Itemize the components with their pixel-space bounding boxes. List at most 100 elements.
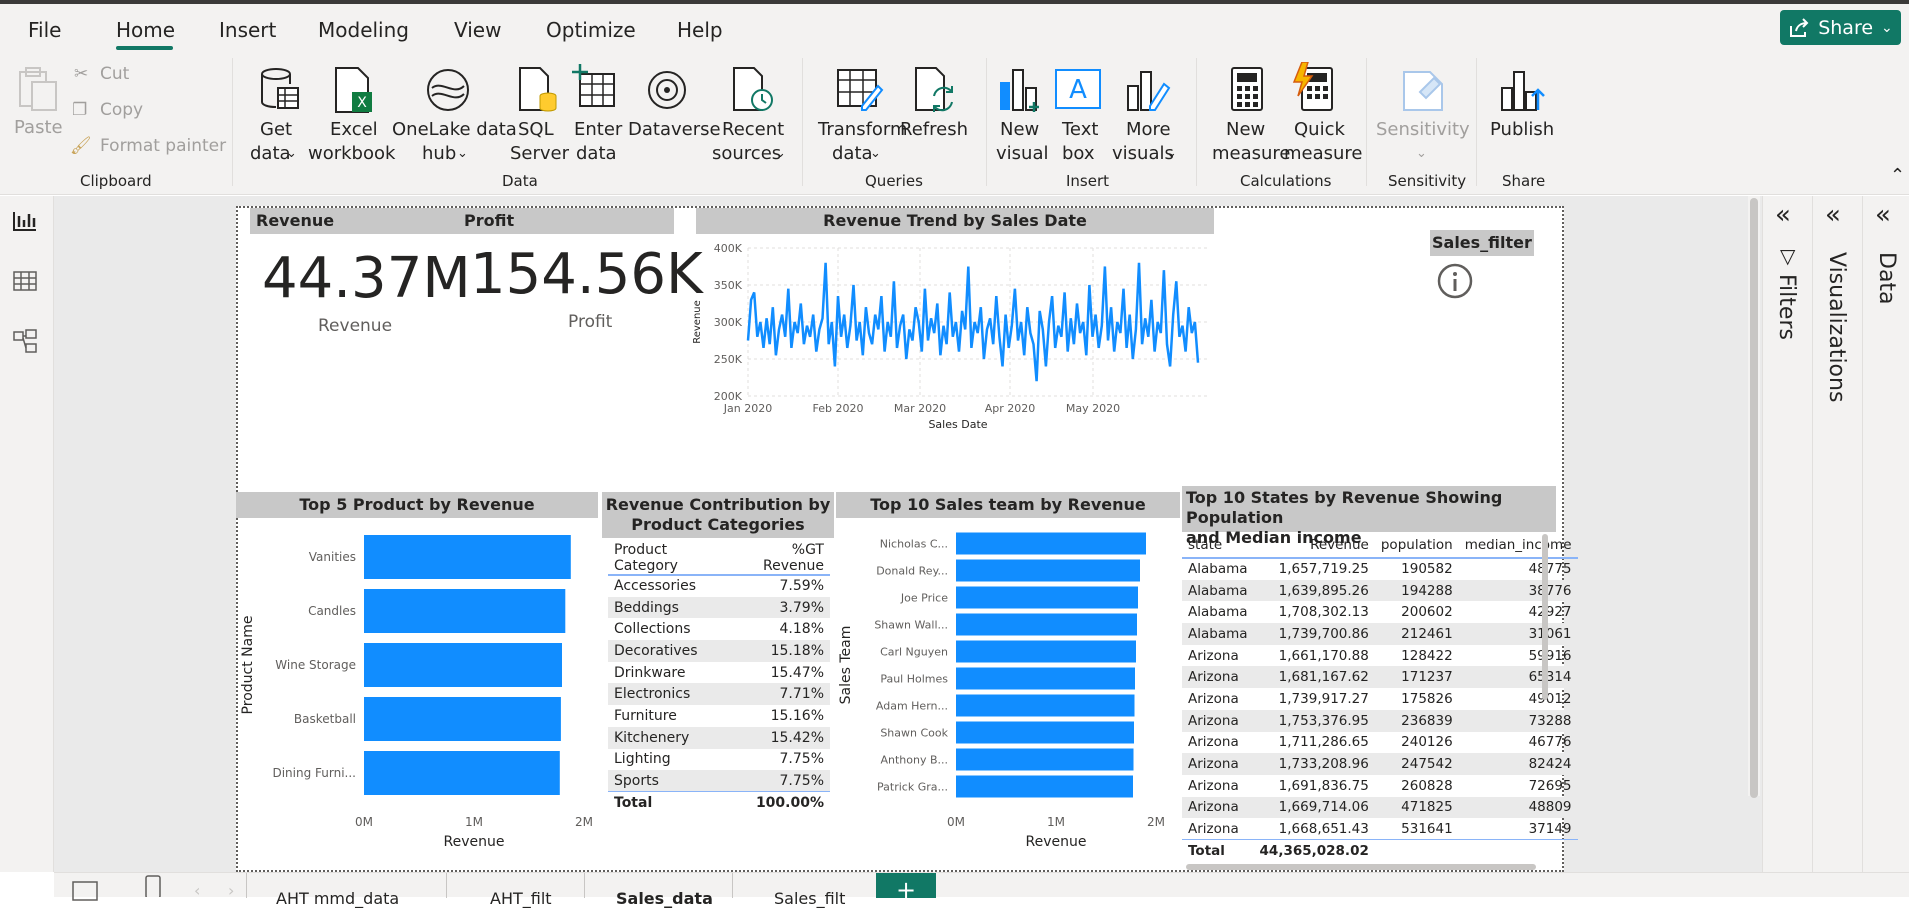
text-box-label-1[interactable]: Text bbox=[1062, 118, 1098, 142]
table-row[interactable]: Arizona 1,669,714.06 471825 48809 bbox=[1182, 796, 1578, 819]
table-row[interactable]: Arizona 1,711,286.65 240126 46776 bbox=[1182, 732, 1578, 754]
quick-measure-label-1[interactable]: Quick bbox=[1294, 118, 1345, 142]
page-tab-2[interactable]: AHT_filt bbox=[490, 889, 552, 908]
sensitivity-button[interactable]: Sensitivity bbox=[1376, 118, 1470, 142]
transform-data-label-2[interactable]: data bbox=[832, 142, 873, 166]
add-page-button[interactable]: + bbox=[876, 873, 936, 904]
visualizations-pane-title: Visualizations bbox=[1824, 252, 1849, 403]
table-row[interactable]: Sports 7.75% bbox=[608, 770, 830, 792]
format-painter-button[interactable]: Format painter bbox=[100, 136, 226, 156]
column-header[interactable]: Product Category bbox=[608, 542, 730, 576]
table-view-icon[interactable] bbox=[12, 270, 38, 292]
visualizations-pane-collapsed[interactable]: « Visualizations bbox=[1812, 196, 1862, 872]
menu-help[interactable]: Help bbox=[677, 18, 723, 42]
menu-view[interactable]: View bbox=[454, 18, 501, 42]
states-table-hscrollbar[interactable] bbox=[1186, 864, 1536, 870]
states-table[interactable]: state Revenue population median_income Alaba… bbox=[1182, 532, 1578, 862]
menu-home[interactable]: Home bbox=[116, 18, 175, 42]
quick-measure-label-2[interactable]: measure bbox=[1284, 142, 1363, 166]
table-row[interactable]: Lighting 7.75% bbox=[608, 749, 830, 771]
model-view-icon[interactable] bbox=[12, 328, 38, 354]
text-box-label-2[interactable]: box bbox=[1062, 142, 1095, 166]
canvas-vertical-scrollbar[interactable] bbox=[1748, 196, 1760, 798]
new-measure-label-2[interactable]: measure bbox=[1212, 142, 1291, 166]
svg-text:X: X bbox=[357, 95, 367, 111]
table-row[interactable]: Alabama 1,708,302.13 200602 42927 bbox=[1182, 601, 1578, 623]
column-header[interactable]: %GT Revenue bbox=[729, 542, 830, 576]
share-button[interactable]: Share ⌄ bbox=[1780, 10, 1901, 45]
table-row[interactable]: Collections 4.18% bbox=[608, 618, 830, 640]
get-data-label-2[interactable]: data bbox=[250, 142, 291, 166]
onelake-label-1[interactable]: OneLake data bbox=[392, 118, 517, 142]
states-table-scrollbar[interactable] bbox=[1542, 534, 1548, 700]
collapse-ribbon-icon[interactable]: ⌃ bbox=[1890, 164, 1905, 188]
menu-modeling[interactable]: Modeling bbox=[318, 18, 409, 42]
enter-data-label-2[interactable]: data bbox=[576, 142, 617, 166]
onelake-label-2[interactable]: hub bbox=[422, 142, 456, 166]
menu-optimize[interactable]: Optimize bbox=[546, 18, 636, 42]
table-row[interactable]: Arizona 1,739,917.27 175826 49012 bbox=[1182, 688, 1578, 710]
get-data-label-1[interactable]: Get bbox=[260, 118, 292, 142]
new-visual-label-1[interactable]: New bbox=[1000, 118, 1039, 142]
contrib-table[interactable]: Product Category %GT Revenue Accessories 7.… bbox=[608, 542, 830, 814]
column-header[interactable]: state bbox=[1182, 532, 1254, 559]
table-row[interactable]: Drinkware 15.47% bbox=[608, 662, 830, 684]
table-row[interactable]: Arizona 1,733,208.96 247542 82424 bbox=[1182, 753, 1578, 775]
new-measure-label-1[interactable]: New bbox=[1226, 118, 1265, 142]
mobile-layout-icon[interactable] bbox=[144, 875, 162, 897]
table-row[interactable]: Alabama 1,657,719.25 190582 48775 bbox=[1182, 558, 1578, 580]
top5-product-bar-chart[interactable]: Vanities Candles Wine Storage Basketball Din… bbox=[238, 520, 598, 872]
revenue-trend-line-chart[interactable]: 200K250K300K350K400KJan 2020 Feb 2020 Mar … bbox=[688, 238, 1218, 438]
transform-data-label-1[interactable]: Transform bbox=[818, 118, 908, 142]
table-row[interactable]: Arizona 1,668,651.43 531641 37149 bbox=[1182, 818, 1578, 840]
info-icon[interactable] bbox=[1436, 262, 1474, 300]
page-tab-4[interactable]: Sales_filt bbox=[774, 889, 845, 908]
recent-sources-label-1[interactable]: Recent bbox=[722, 118, 784, 142]
sql-label-2[interactable]: Server bbox=[510, 142, 569, 166]
more-visuals-label-1[interactable]: More bbox=[1126, 118, 1171, 142]
recent-sources-label-2[interactable]: sources bbox=[712, 142, 781, 166]
table-row[interactable]: Arizona 1,681,167.62 171237 65314 bbox=[1182, 666, 1578, 689]
excel-label-1[interactable]: Excel bbox=[330, 118, 378, 142]
page-tab-1[interactable]: AHT mmd_data bbox=[276, 889, 399, 908]
report-view-icon[interactable] bbox=[12, 210, 38, 232]
top10-sales-team-bar-chart[interactable]: Nicholas C... Donald Rey... Joe Price Shawn… bbox=[836, 520, 1180, 872]
new-visual-label-2[interactable]: visual bbox=[996, 142, 1048, 166]
excel-label-2[interactable]: workbook bbox=[308, 142, 395, 166]
expand-data-icon[interactable]: « bbox=[1875, 200, 1891, 230]
table-row[interactable]: Arizona 1,661,170.88 128422 59916 bbox=[1182, 645, 1578, 667]
menu-file[interactable]: File bbox=[28, 18, 61, 42]
scrollbar-thumb[interactable] bbox=[1750, 198, 1758, 798]
menu-insert[interactable]: Insert bbox=[219, 18, 276, 42]
table-row[interactable]: Alabama 1,739,700.86 212461 31061 bbox=[1182, 623, 1578, 645]
table-row[interactable]: Beddings 3.79% bbox=[608, 596, 830, 619]
table-row[interactable]: Furniture 15.16% bbox=[608, 705, 830, 727]
column-header[interactable]: median_income bbox=[1458, 532, 1578, 559]
paste-button[interactable]: Paste bbox=[14, 116, 63, 140]
expand-visualizations-icon[interactable]: « bbox=[1825, 200, 1841, 230]
table-row[interactable]: Kitchenery 15.42% bbox=[608, 726, 830, 749]
prev-page-icon[interactable]: ‹ bbox=[194, 881, 200, 900]
more-visuals-label-2[interactable]: visuals bbox=[1112, 142, 1174, 166]
filters-pane-collapsed[interactable]: « ▽ Filters bbox=[1762, 196, 1812, 872]
table-row[interactable]: Arizona 1,691,836.75 260828 72695 bbox=[1182, 775, 1578, 797]
table-row[interactable]: Electronics 7.71% bbox=[608, 683, 830, 706]
table-row[interactable]: Alabama 1,639,895.26 194288 38776 bbox=[1182, 579, 1578, 602]
publish-button[interactable]: Publish bbox=[1490, 118, 1554, 142]
dataverse-button[interactable]: Dataverse bbox=[628, 118, 721, 142]
table-row[interactable]: Decoratives 15.18% bbox=[608, 640, 830, 662]
column-header[interactable]: population bbox=[1374, 532, 1459, 559]
cut-button[interactable]: Cut bbox=[100, 64, 129, 84]
fit-page-icon[interactable] bbox=[72, 881, 98, 901]
data-pane-collapsed[interactable]: « Data bbox=[1862, 196, 1909, 872]
sql-label-1[interactable]: SQL bbox=[518, 118, 554, 142]
enter-data-label-1[interactable]: Enter bbox=[574, 118, 622, 142]
table-row[interactable]: Accessories 7.59% bbox=[608, 575, 830, 597]
copy-button[interactable]: Copy bbox=[100, 100, 143, 120]
next-page-icon[interactable]: › bbox=[228, 881, 234, 900]
page-tab-3[interactable]: Sales_data bbox=[616, 889, 713, 908]
table-row[interactable]: Arizona 1,753,376.95 236839 73288 bbox=[1182, 709, 1578, 732]
column-header[interactable]: Revenue bbox=[1253, 532, 1375, 559]
expand-filters-icon[interactable]: « bbox=[1775, 200, 1791, 230]
refresh-button[interactable]: Refresh bbox=[900, 118, 968, 142]
